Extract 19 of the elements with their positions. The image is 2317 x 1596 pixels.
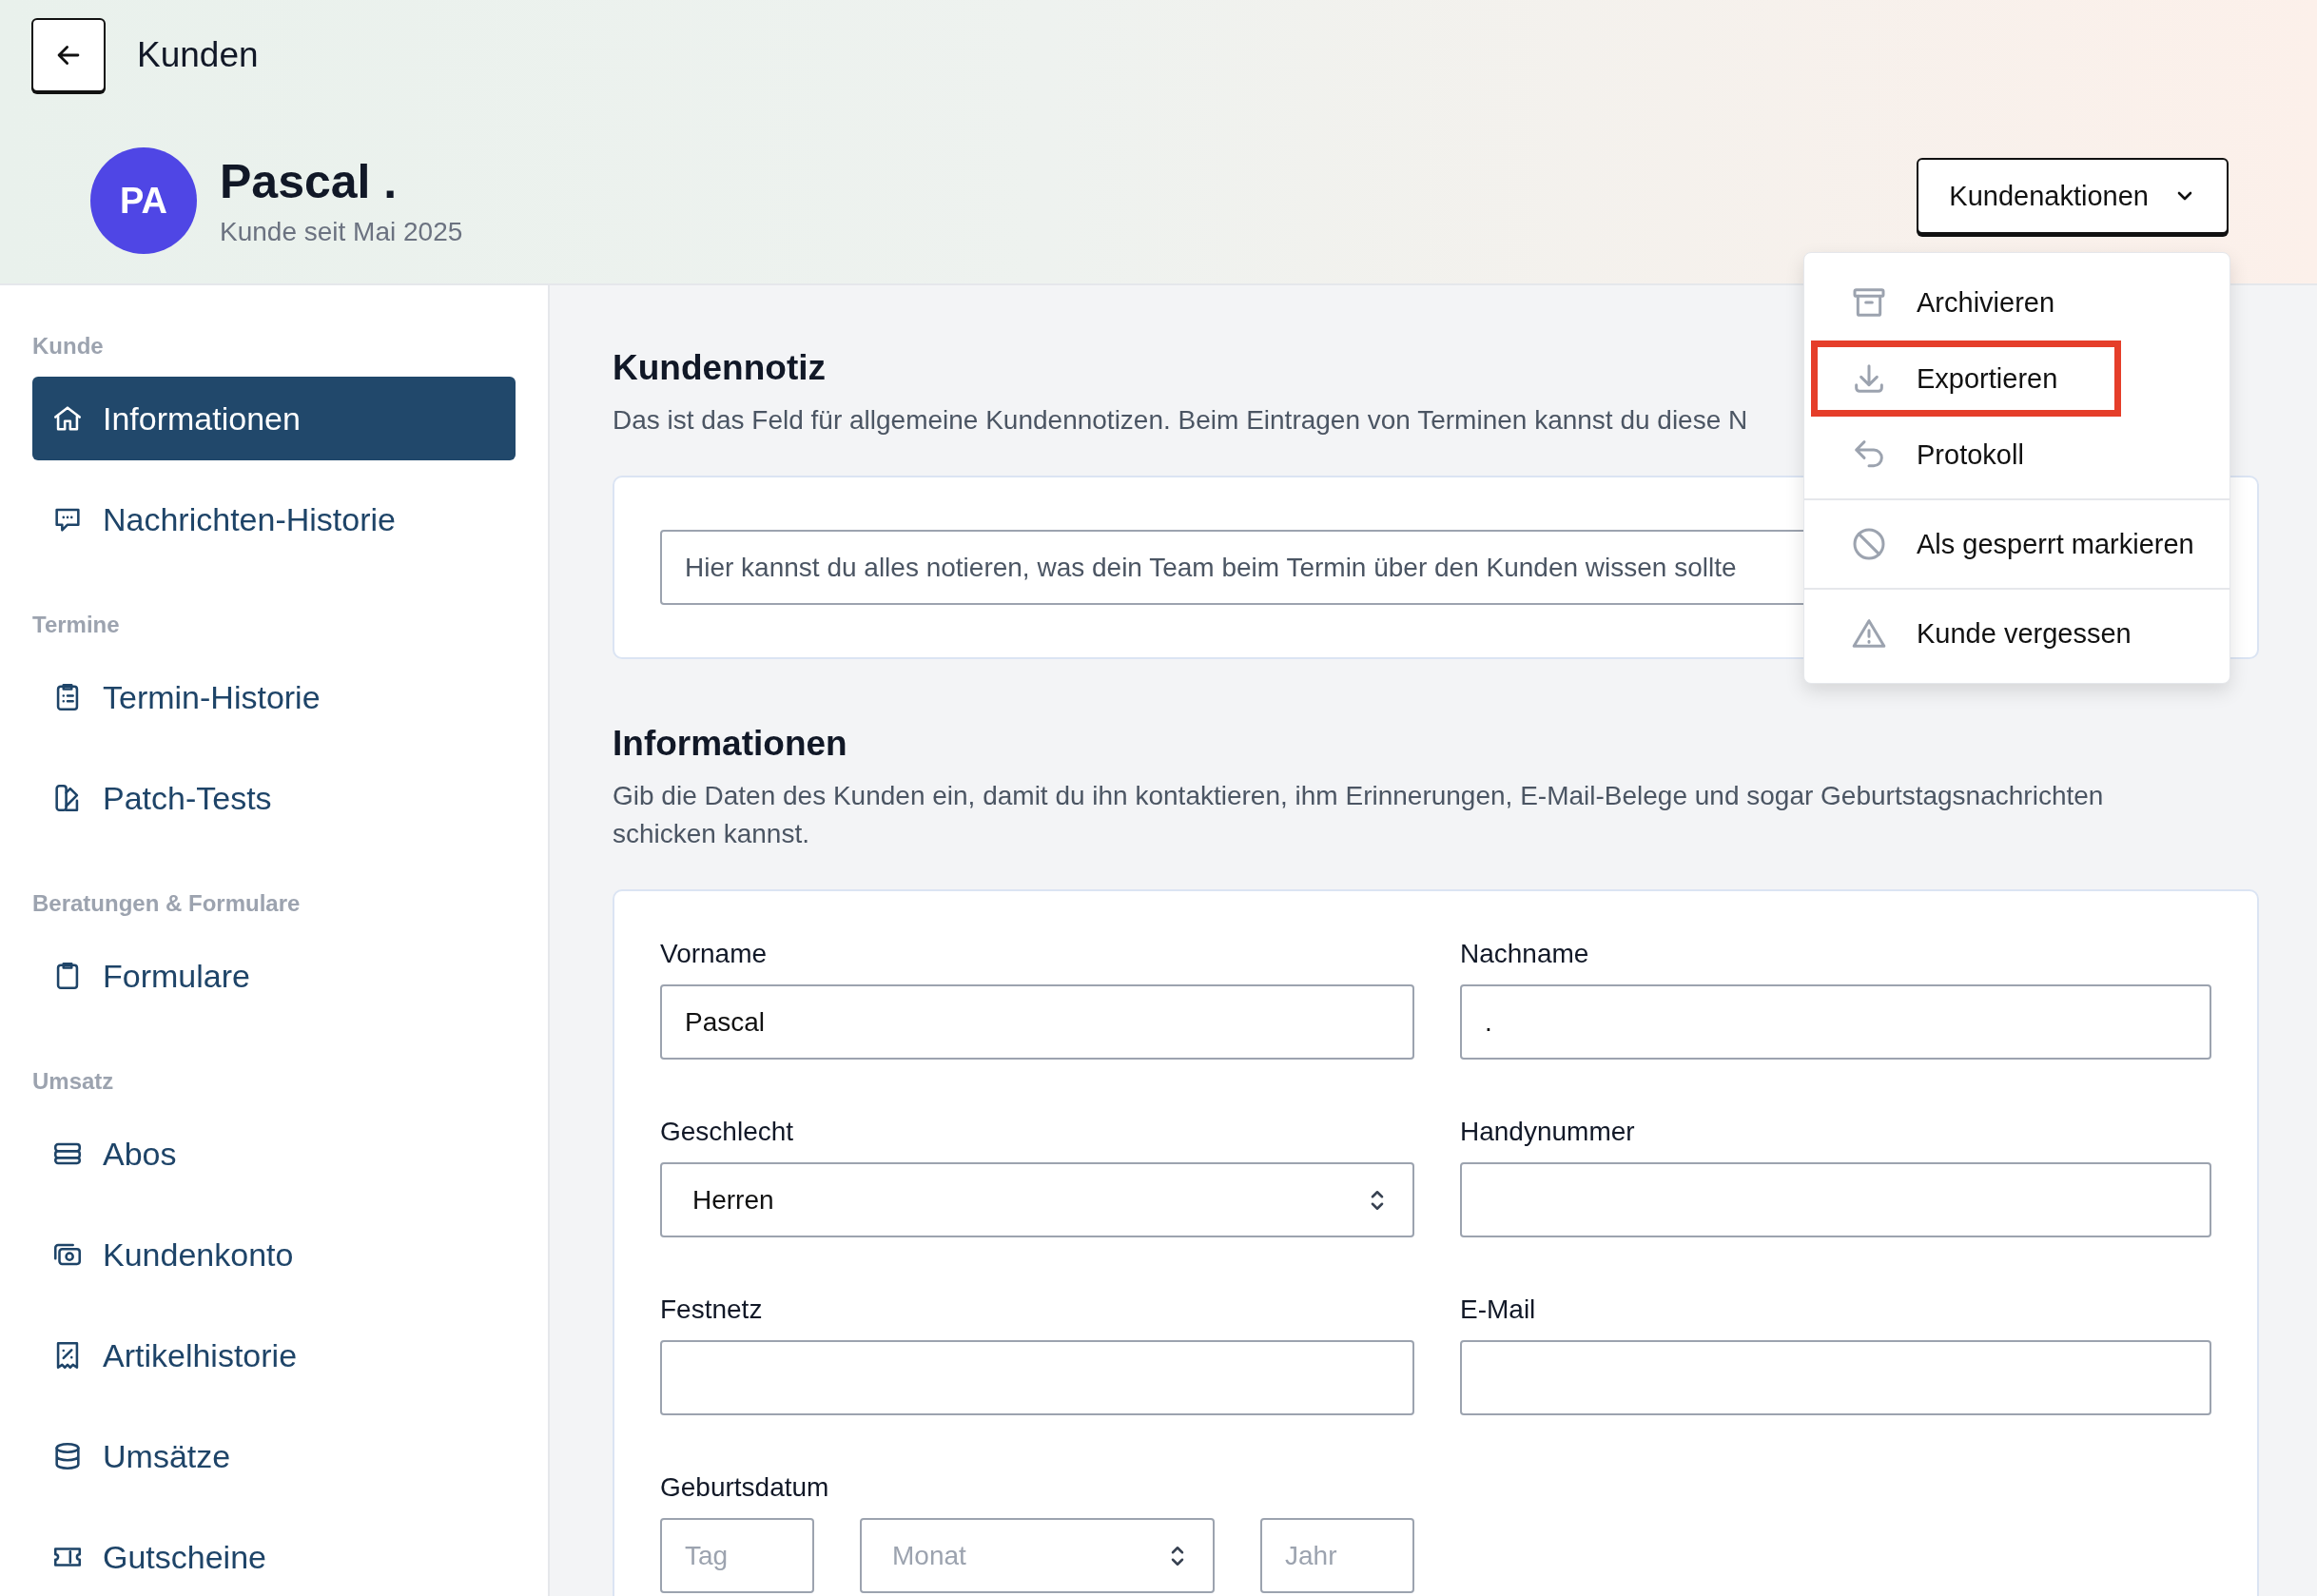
field-label: Nachname [1460, 939, 1590, 969]
customer-name: Pascal . [220, 154, 399, 209]
sidebar-section-title: Kunde [32, 333, 105, 360]
field-label: Geburtsdatum [660, 1472, 830, 1503]
avatar: PA [90, 147, 197, 254]
section-title: Kundennotiz [613, 348, 826, 388]
sidebar-section-title: Beratungen & Formulare [32, 890, 302, 917]
field-label: Geschlecht [660, 1117, 795, 1147]
section-description: Das ist das Feld für allgemeine Kundennotizen. Beim Eintragen von Terminen kannst du diese N [613, 404, 1749, 437]
customer-since: Kunde seit Mai 2025 [220, 217, 464, 247]
field-label: Festnetz [660, 1294, 764, 1325]
section-description: Gib die Daten des Kunden ein, damit du ihn kontaktieren, ihm Erinnerungen, E-Mail-Belege und sogar Geburtstagsnachrichten schicken kannst. [613, 780, 2105, 850]
field-label: E-Mail [1460, 1294, 1537, 1325]
sidebar-section-title: Termine [32, 612, 121, 638]
sidebar-section-title: Umsatz [32, 1068, 115, 1095]
page-title: Kunden [137, 35, 259, 75]
section-title: Informationen [613, 724, 847, 764]
field-label: Vorname [660, 939, 769, 969]
field-label: Handynummer [1460, 1117, 1636, 1147]
